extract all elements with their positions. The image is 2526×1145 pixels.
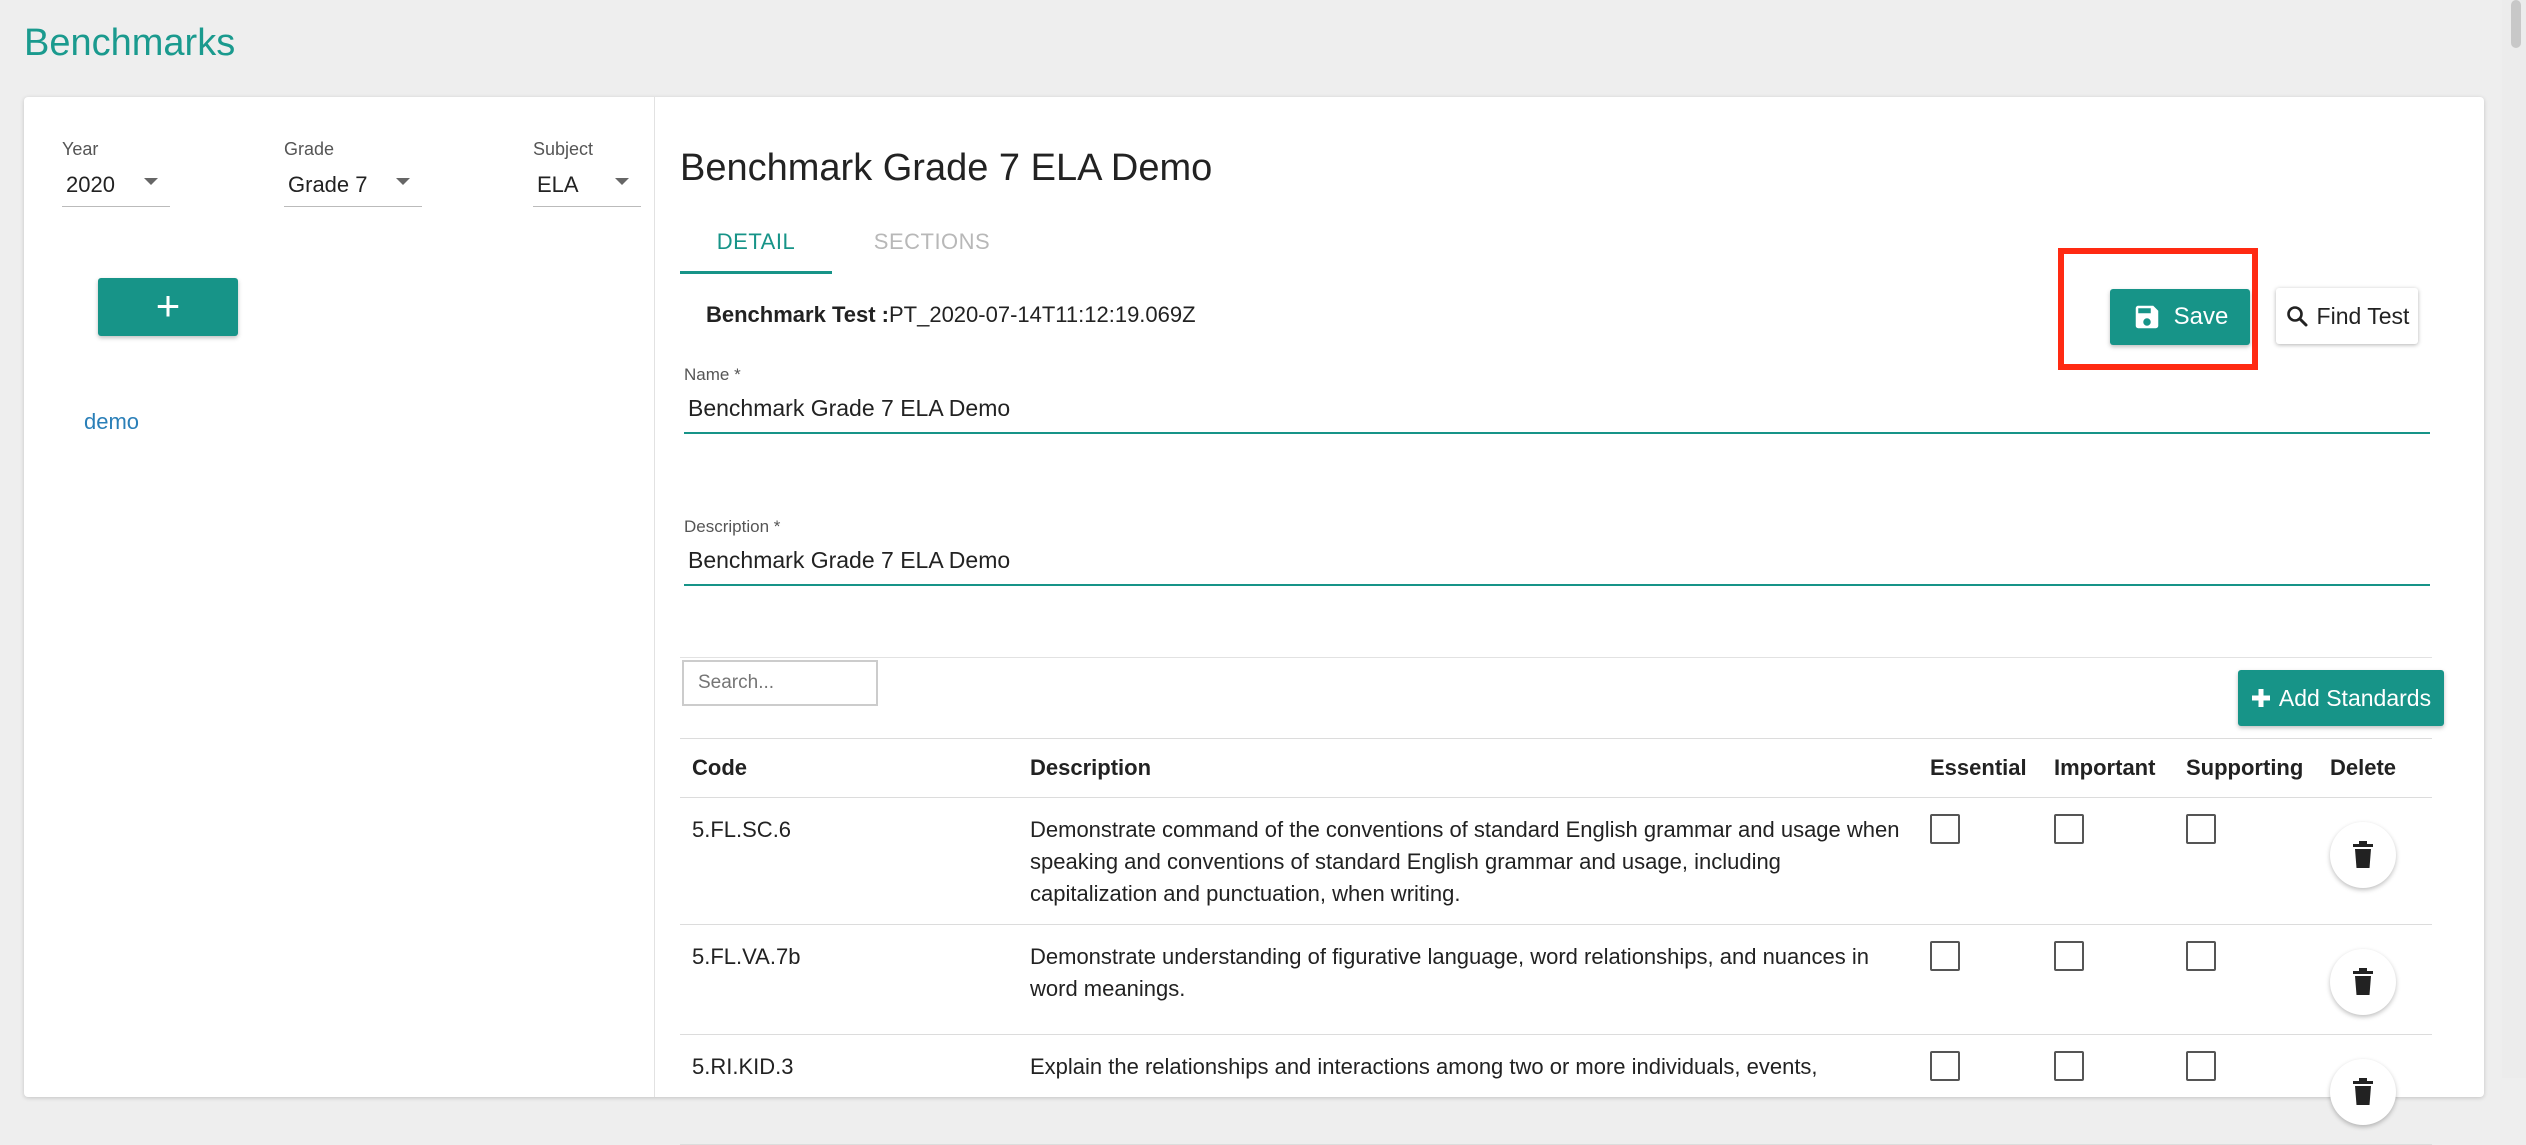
row-code: 5.RI.KID.3 — [680, 1034, 1018, 1145]
find-test-button[interactable]: Find Test — [2276, 288, 2418, 344]
supporting-checkbox[interactable] — [2186, 1051, 2216, 1081]
year-filter[interactable]: Year 2020 — [62, 139, 170, 207]
description-input[interactable]: Benchmark Grade 7 ELA Demo — [684, 547, 2430, 586]
essential-checkbox[interactable] — [1930, 941, 1960, 971]
save-label: Save — [2173, 303, 2229, 330]
name-input[interactable]: Benchmark Grade 7 ELA Demo — [684, 395, 2430, 434]
search-icon — [2286, 306, 2308, 327]
header-supporting[interactable]: Supporting — [2174, 738, 2318, 798]
divider — [680, 657, 2432, 658]
plus-icon — [2251, 689, 2270, 707]
grade-label: Grade — [284, 139, 335, 159]
table-header-row: Code Description Essential Important Sup… — [680, 738, 2432, 798]
caret-down-icon — [396, 178, 410, 185]
description-label: Description * — [684, 517, 781, 536]
subject-filter[interactable]: Subject ELA — [533, 139, 641, 207]
delete-button[interactable] — [2330, 949, 2396, 1015]
grade-select[interactable]: Grade 7 — [284, 166, 422, 207]
delete-button[interactable] — [2330, 1059, 2396, 1125]
subject-value: ELA — [537, 172, 579, 197]
header-essential[interactable]: Essential — [1918, 738, 2042, 798]
year-select[interactable]: 2020 — [62, 166, 170, 207]
essential-checkbox[interactable] — [1930, 1051, 1960, 1081]
important-checkbox[interactable] — [2054, 814, 2084, 844]
find-test-label: Find Test — [2316, 302, 2410, 329]
page-title: Benchmarks — [24, 22, 236, 64]
add-standards-label: Add Standards — [2278, 684, 2432, 711]
main-card: Year 2020 Grade Grade 7 Subject ELA + de… — [24, 97, 2484, 1145]
row-description: Explain the relationships and interactio… — [1018, 1034, 1918, 1145]
grade-value: Grade 7 — [288, 172, 368, 197]
add-benchmark-button[interactable]: + — [98, 278, 238, 336]
year-value: 2020 — [66, 172, 115, 197]
detail-panel: Benchmark Grade 7 ELA Demo DETAIL SECTIO… — [680, 97, 2460, 1145]
search-input[interactable] — [682, 660, 878, 706]
essential-checkbox[interactable] — [1930, 814, 1960, 844]
delete-button[interactable] — [2330, 822, 2396, 888]
save-icon — [2135, 305, 2158, 329]
benchmark-test-label: Benchmark Test : — [706, 302, 889, 327]
header-delete: Delete — [2318, 738, 2432, 798]
name-field[interactable]: Name * Benchmark Grade 7 ELA Demo — [684, 365, 2430, 434]
grade-filter[interactable]: Grade Grade 7 — [284, 139, 422, 207]
trash-icon — [2353, 968, 2373, 995]
supporting-checkbox[interactable] — [2186, 814, 2216, 844]
row-description: Demonstrate understanding of figurative … — [1018, 924, 1918, 1035]
page-scrollbar[interactable] — [2502, 0, 2526, 1078]
header-important[interactable]: Important — [2042, 738, 2174, 798]
save-button[interactable]: Save — [2110, 289, 2250, 345]
tab-detail[interactable]: DETAIL — [680, 221, 832, 274]
add-standards-button[interactable]: Add Standards — [2238, 670, 2444, 726]
important-checkbox[interactable] — [2054, 941, 2084, 971]
row-description: Demonstrate command of the conventions o… — [1018, 797, 1918, 925]
benchmark-test-id: Benchmark Test :PT_2020-07-14T11:12:19.0… — [706, 302, 1196, 328]
table-row: 5.RI.KID.3 Explain the relationships and… — [680, 1034, 2432, 1145]
caret-down-icon — [144, 178, 158, 185]
caret-down-icon — [615, 178, 629, 185]
row-code: 5.FL.SC.6 — [680, 797, 1018, 925]
benchmark-test-value: PT_2020-07-14T11:12:19.069Z — [888, 302, 1196, 327]
benchmark-title: Benchmark Grade 7 ELA Demo — [680, 147, 1213, 189]
table-row: 5.FL.VA.7b Demonstrate understanding of … — [680, 924, 2432, 1035]
row-code: 5.FL.VA.7b — [680, 924, 1018, 1035]
left-panel: Year 2020 Grade Grade 7 Subject ELA + de… — [24, 97, 655, 1097]
table-row: 5.FL.SC.6 Demonstrate command of the con… — [680, 797, 2432, 925]
standards-table: Code Description Essential Important Sup… — [680, 738, 2432, 1145]
header-code[interactable]: Code — [680, 738, 1018, 798]
important-checkbox[interactable] — [2054, 1051, 2084, 1081]
supporting-checkbox[interactable] — [2186, 941, 2216, 971]
trash-icon — [2353, 841, 2373, 868]
year-label: Year — [62, 139, 99, 159]
subject-select[interactable]: ELA — [533, 166, 641, 207]
header-description[interactable]: Description — [1018, 738, 1918, 798]
tab-sections[interactable]: SECTIONS — [832, 221, 1032, 271]
scrollbar-thumb[interactable] — [2511, 0, 2521, 48]
description-field[interactable]: Description * Benchmark Grade 7 ELA Demo — [684, 517, 2430, 586]
name-label: Name * — [684, 365, 741, 384]
subject-label: Subject — [533, 139, 594, 159]
trash-icon — [2353, 1078, 2373, 1105]
sidebar-item-demo[interactable]: demo — [84, 409, 139, 435]
